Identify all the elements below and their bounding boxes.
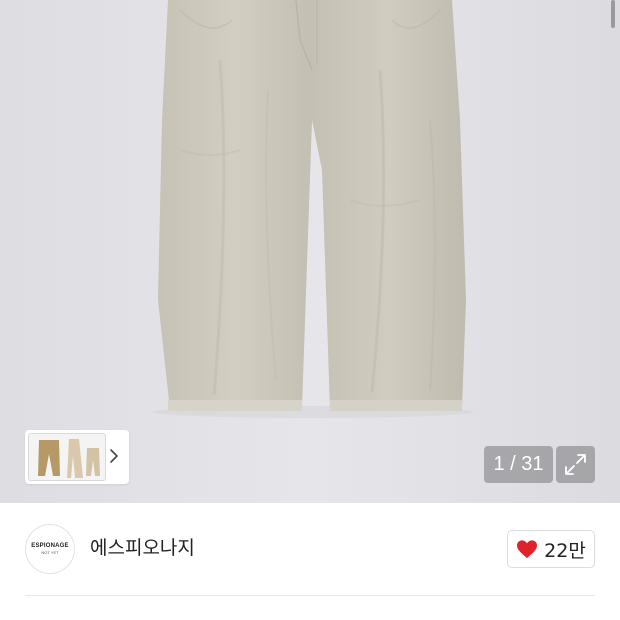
divider xyxy=(25,595,595,596)
like-button[interactable]: 22만 xyxy=(507,530,595,568)
store-info-row: ESPIONAGE NOT YET 에스피오나지 22만 xyxy=(0,503,620,620)
store-logo[interactable]: ESPIONAGE NOT YET xyxy=(25,524,75,574)
like-count: 22만 xyxy=(544,539,586,562)
chevron-right-icon[interactable] xyxy=(107,446,121,466)
store-logo-text: ESPIONAGE xyxy=(31,543,69,549)
product-photo-pants xyxy=(153,0,473,418)
scrollbar[interactable] xyxy=(611,0,615,28)
expand-button[interactable] xyxy=(556,446,595,483)
product-image-viewer[interactable]: 1 / 31 xyxy=(0,0,620,503)
page-counter: 1 / 31 xyxy=(484,446,553,483)
store-name-link[interactable]: 에스피오나지 xyxy=(90,535,195,561)
thumbnail-strip[interactable] xyxy=(25,430,129,484)
heart-icon xyxy=(517,540,538,559)
expand-arrows-icon xyxy=(565,454,586,475)
store-logo-subtext: NOT YET xyxy=(41,550,59,555)
thumbnail-image[interactable] xyxy=(28,433,106,481)
